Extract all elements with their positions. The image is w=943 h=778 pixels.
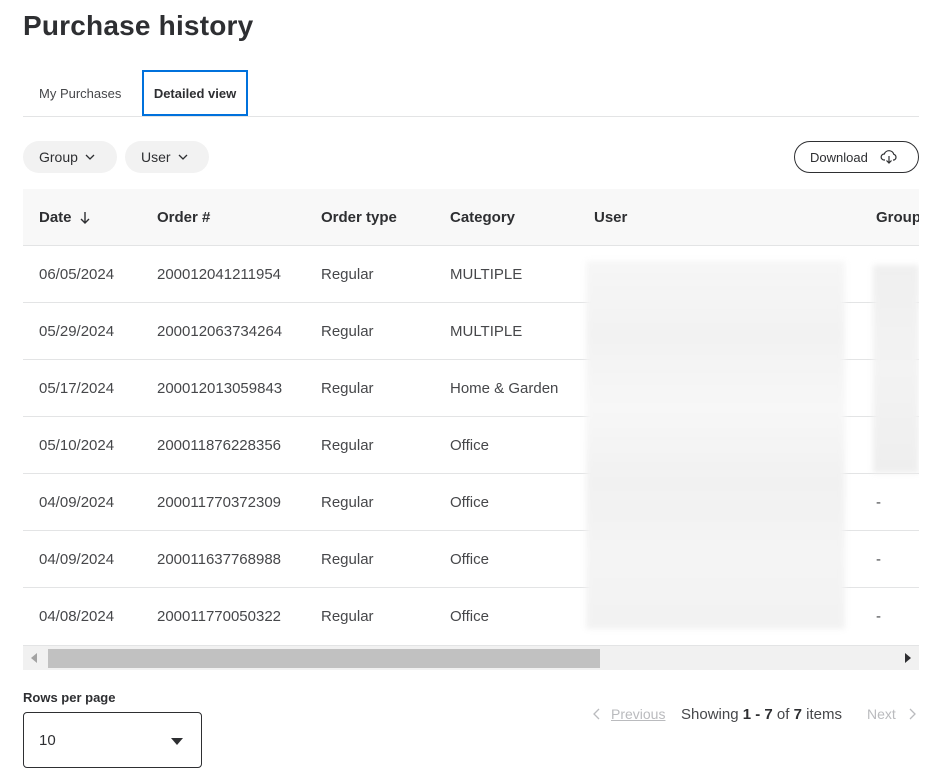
cell-order-number[interactable]: 200011637768988 <box>157 531 281 587</box>
rows-per-page-select[interactable]: 10 <box>23 712 202 768</box>
horizontal-scrollbar[interactable] <box>23 645 919 670</box>
chevron-down-icon <box>85 154 95 160</box>
cell-order-number[interactable]: 200011770372309 <box>157 474 281 530</box>
purchase-table: Date Order # Order type Category User Gr… <box>23 189 919 644</box>
cell-order-type: Regular <box>321 550 374 568</box>
tab-bar: My Purchases Detailed view <box>23 70 919 117</box>
cell-category: MULTIPLE <box>450 265 523 283</box>
page-title: Purchase history <box>23 10 254 41</box>
cell-group: - <box>876 493 881 511</box>
scroll-right-icon[interactable] <box>905 653 911 663</box>
user-filter-button[interactable]: User <box>125 141 209 173</box>
previous-label: Previous <box>611 706 666 722</box>
cell-order-number[interactable]: 200011876228356 <box>157 417 281 473</box>
cell-date: 05/29/2024 <box>39 322 115 340</box>
pagination-summary: Showing 1 - 7 of 7 items <box>681 705 842 723</box>
redacted-user-column <box>586 261 845 629</box>
cell-category: Office <box>450 550 489 568</box>
cell-group: - <box>876 607 881 625</box>
cell-category: Office <box>450 607 489 625</box>
chevron-right-icon <box>909 708 916 720</box>
caret-down-icon <box>171 738 183 745</box>
cell-date: 06/05/2024 <box>39 265 115 283</box>
cell-category: Office <box>450 436 489 454</box>
tab-my-purchases[interactable]: My Purchases <box>23 70 139 116</box>
column-header-order-type[interactable]: Order type <box>321 189 397 246</box>
rows-per-page-value: 10 <box>39 731 56 749</box>
cell-date: 04/09/2024 <box>39 493 115 511</box>
cell-order-number[interactable]: 200011770050322 <box>157 588 281 644</box>
cell-date: 04/09/2024 <box>39 550 115 568</box>
rows-per-page-label: Rows per page <box>23 690 116 705</box>
sort-arrow-down-icon <box>80 211 90 224</box>
redacted-group-column <box>873 265 919 473</box>
chevron-down-icon <box>178 154 188 160</box>
cell-order-type: Regular <box>321 436 374 454</box>
download-button[interactable]: Download <box>794 141 919 173</box>
next-page-button[interactable]: Next <box>867 704 916 724</box>
cell-date: 04/08/2024 <box>39 607 115 625</box>
scroll-left-icon[interactable] <box>31 653 37 663</box>
cell-order-type: Regular <box>321 493 374 511</box>
group-filter-button[interactable]: Group <box>23 141 117 173</box>
cell-category: MULTIPLE <box>450 322 523 340</box>
cell-order-type: Regular <box>321 265 374 283</box>
cell-order-type: Regular <box>321 322 374 340</box>
table-header: Date Order # Order type Category User Gr… <box>23 189 919 246</box>
cell-order-number[interactable]: 200012041211954 <box>157 246 281 302</box>
cell-order-type: Regular <box>321 607 374 625</box>
cell-date: 05/17/2024 <box>39 379 115 397</box>
cell-group: - <box>876 550 881 568</box>
next-label: Next <box>867 706 896 722</box>
column-header-user[interactable]: User <box>594 189 627 246</box>
tab-detailed-view[interactable]: Detailed view <box>142 70 248 116</box>
cell-category: Home & Garden <box>450 379 559 397</box>
chevron-left-icon <box>593 708 600 720</box>
column-header-group[interactable]: Group <box>876 189 919 246</box>
cell-order-type: Regular <box>321 379 374 397</box>
previous-page-button[interactable]: Previous <box>593 704 665 724</box>
download-label: Download <box>810 149 868 165</box>
cell-order-number[interactable]: 200012063734264 <box>157 303 282 359</box>
column-header-date[interactable]: Date <box>39 189 92 246</box>
cell-date: 05/10/2024 <box>39 436 115 454</box>
column-header-order[interactable]: Order # <box>157 189 210 246</box>
scrollbar-thumb[interactable] <box>48 649 600 668</box>
cell-category: Office <box>450 493 489 511</box>
user-filter-label: User <box>141 149 171 165</box>
column-header-category[interactable]: Category <box>450 189 515 246</box>
cell-order-number[interactable]: 200012013059843 <box>157 360 282 416</box>
group-filter-label: Group <box>39 149 78 165</box>
cloud-download-icon <box>880 150 897 164</box>
